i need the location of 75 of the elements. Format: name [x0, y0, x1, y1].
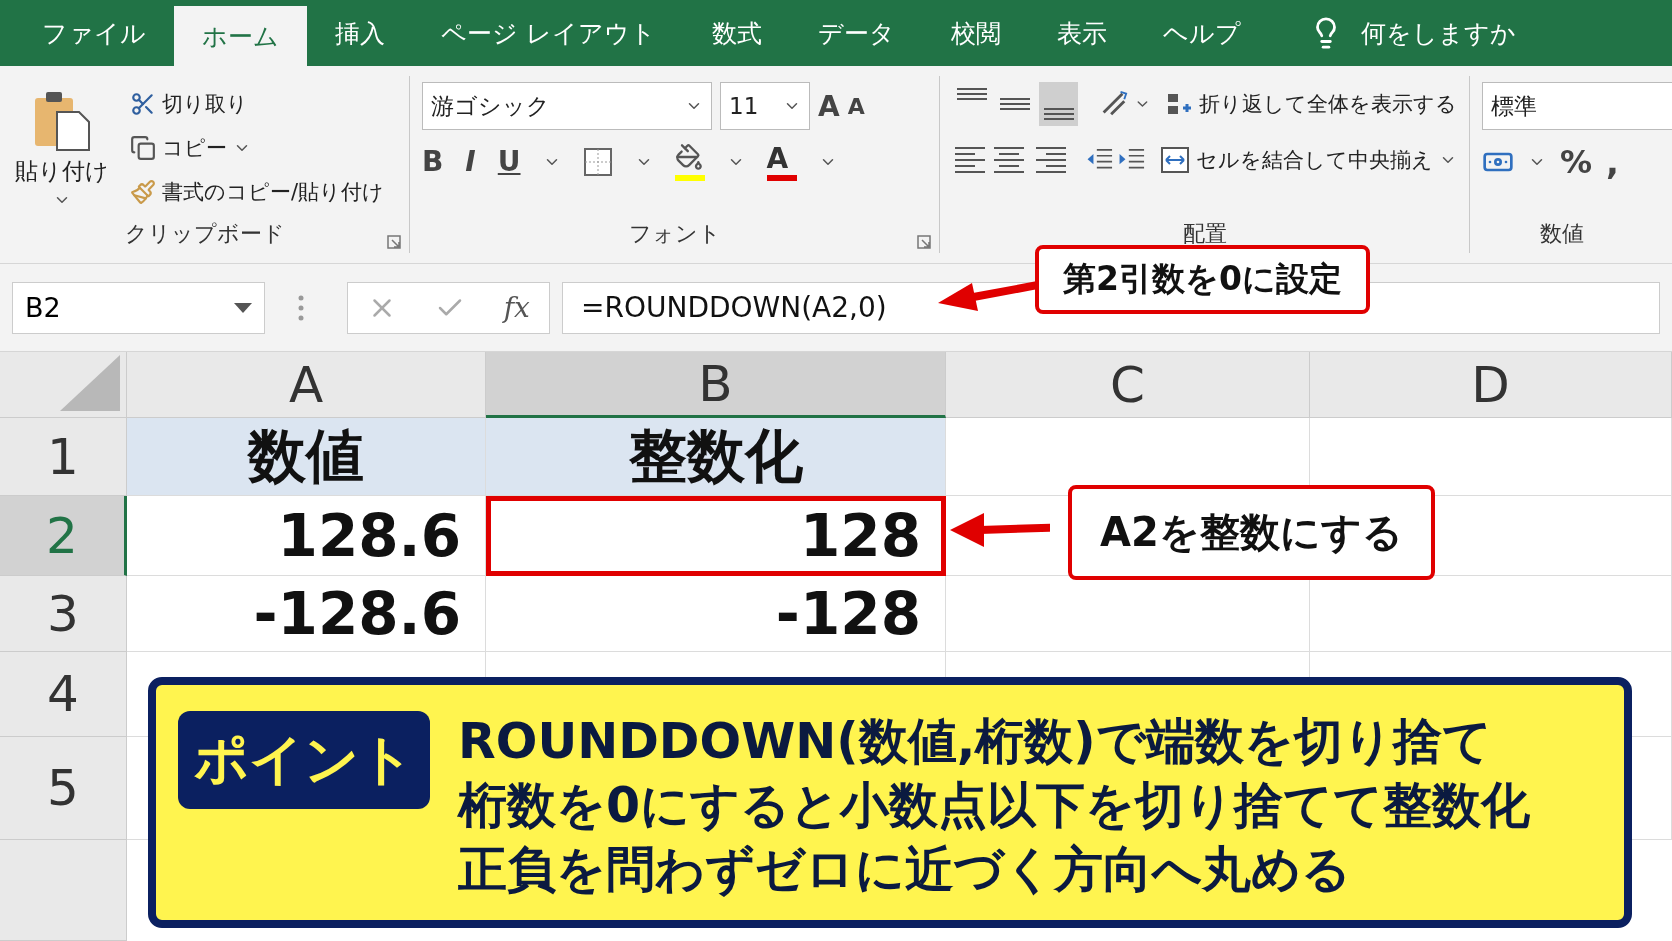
- row-header[interactable]: 1: [0, 418, 127, 496]
- group-label: 数値: [1540, 220, 1585, 248]
- align-center-icon[interactable]: [992, 145, 1027, 175]
- tell-me-field[interactable]: 何をしますか: [1360, 16, 1516, 50]
- color-bar: [674, 174, 705, 181]
- row-header[interactable]: 2: [0, 496, 127, 576]
- point-text: 正負を問わずゼロに近づく方向へ丸める: [458, 840, 1351, 900]
- ribbon-tab[interactable]: ファイル: [14, 0, 174, 66]
- name-box[interactable]: B2: [12, 281, 265, 334]
- merge-center-button[interactable]: セルを結合して中央揃え: [1160, 138, 1457, 182]
- column-header[interactable]: A: [127, 352, 486, 418]
- dropdown-triangle-icon: [234, 302, 252, 313]
- ribbon-tab[interactable]: 数式: [683, 0, 790, 66]
- merge-cells-icon: [1160, 146, 1190, 174]
- shrink-font-button[interactable]: A: [847, 93, 865, 119]
- top-align-icon: [956, 88, 987, 100]
- fill-color-button[interactable]: [674, 142, 705, 181]
- grow-font-button[interactable]: A: [818, 89, 840, 123]
- ribbon-tab[interactable]: ホーム: [174, 6, 307, 66]
- table-cell: 数値: [127, 418, 486, 496]
- bottom-align-icon: [1043, 108, 1074, 120]
- point-text: 桁数を0にすると小数点以下を切り捨てて整数化: [458, 776, 1531, 836]
- callout-label: A2を整数にする: [1068, 485, 1435, 580]
- paintbrush-icon: [130, 179, 156, 205]
- number-format-dropdown[interactable]: 標準: [1482, 82, 1672, 130]
- ribbon-tab[interactable]: 表示: [1028, 0, 1135, 66]
- row-header[interactable]: 4: [0, 652, 127, 737]
- vertical-align-button[interactable]: [1038, 82, 1079, 126]
- column-header[interactable]: C: [946, 352, 1310, 418]
- copy-icon: [130, 135, 156, 161]
- more-icon: [297, 293, 305, 322]
- borders-icon[interactable]: [582, 146, 613, 177]
- table-cell: -128: [486, 576, 946, 652]
- insert-function-button[interactable]: fx: [503, 291, 530, 324]
- wrap-text-button[interactable]: 折り返して全体を表示する: [1165, 82, 1457, 126]
- paste-button[interactable]: 貼り付け: [12, 87, 112, 209]
- comma-button[interactable]: ,: [1606, 142, 1619, 182]
- row-header[interactable]: 3: [0, 576, 127, 652]
- font-size-dropdown[interactable]: 11: [720, 82, 810, 130]
- copy-button[interactable]: コピー: [130, 126, 385, 170]
- point-text: ROUNDDOWN(数値,桁数)で端数を切り捨て: [458, 712, 1492, 772]
- column-header[interactable]: D: [1310, 352, 1672, 418]
- ribbon-tab[interactable]: ヘルプ: [1134, 0, 1269, 66]
- callout-label: 第2引数を0に設定: [1035, 245, 1370, 314]
- dialog-launcher-icon[interactable]: [917, 235, 931, 249]
- table-cell: 128.6: [127, 496, 486, 576]
- row-header[interactable]: 5: [0, 737, 127, 840]
- format-painter-button[interactable]: 書式のコピー/貼り付け: [130, 170, 385, 214]
- paint-bucket-icon: [674, 142, 703, 171]
- color-bar: [766, 175, 797, 181]
- column-header[interactable]: B: [486, 352, 946, 418]
- group-label: フォント: [628, 220, 721, 248]
- cut-button[interactable]: 切り取り: [130, 82, 385, 126]
- ribbon-tab[interactable]: データ: [789, 0, 923, 66]
- underline-button[interactable]: U: [497, 145, 521, 178]
- dialog-launcher-icon[interactable]: [387, 235, 401, 249]
- font-color-button[interactable]: A: [766, 142, 797, 181]
- table-cell: 整数化: [486, 418, 946, 496]
- italic-button[interactable]: I: [465, 145, 476, 178]
- percent-button[interactable]: %: [1560, 143, 1593, 181]
- font-name-dropdown[interactable]: 游ゴシック: [422, 82, 712, 130]
- table-cell: -128.6: [127, 576, 486, 652]
- middle-align-icon: [1000, 98, 1031, 110]
- scissors-icon: [130, 91, 156, 117]
- point-badge: ポイント: [178, 711, 430, 809]
- group-label: クリップボード: [124, 220, 285, 248]
- font-color-letter: A: [766, 142, 790, 175]
- bold-button[interactable]: B: [422, 145, 444, 178]
- align-left-icon[interactable]: [952, 145, 987, 175]
- group-label: 配置: [1182, 220, 1227, 248]
- table-cell: 128: [486, 496, 946, 576]
- formula-field[interactable]: =ROUNDDOWN(A2,0): [581, 291, 887, 324]
- ribbon-tab[interactable]: ページ レイアウト: [413, 0, 684, 66]
- ribbon-tab[interactable]: 校閲: [922, 0, 1029, 66]
- ribbon-tab[interactable]: 挿入: [307, 0, 413, 66]
